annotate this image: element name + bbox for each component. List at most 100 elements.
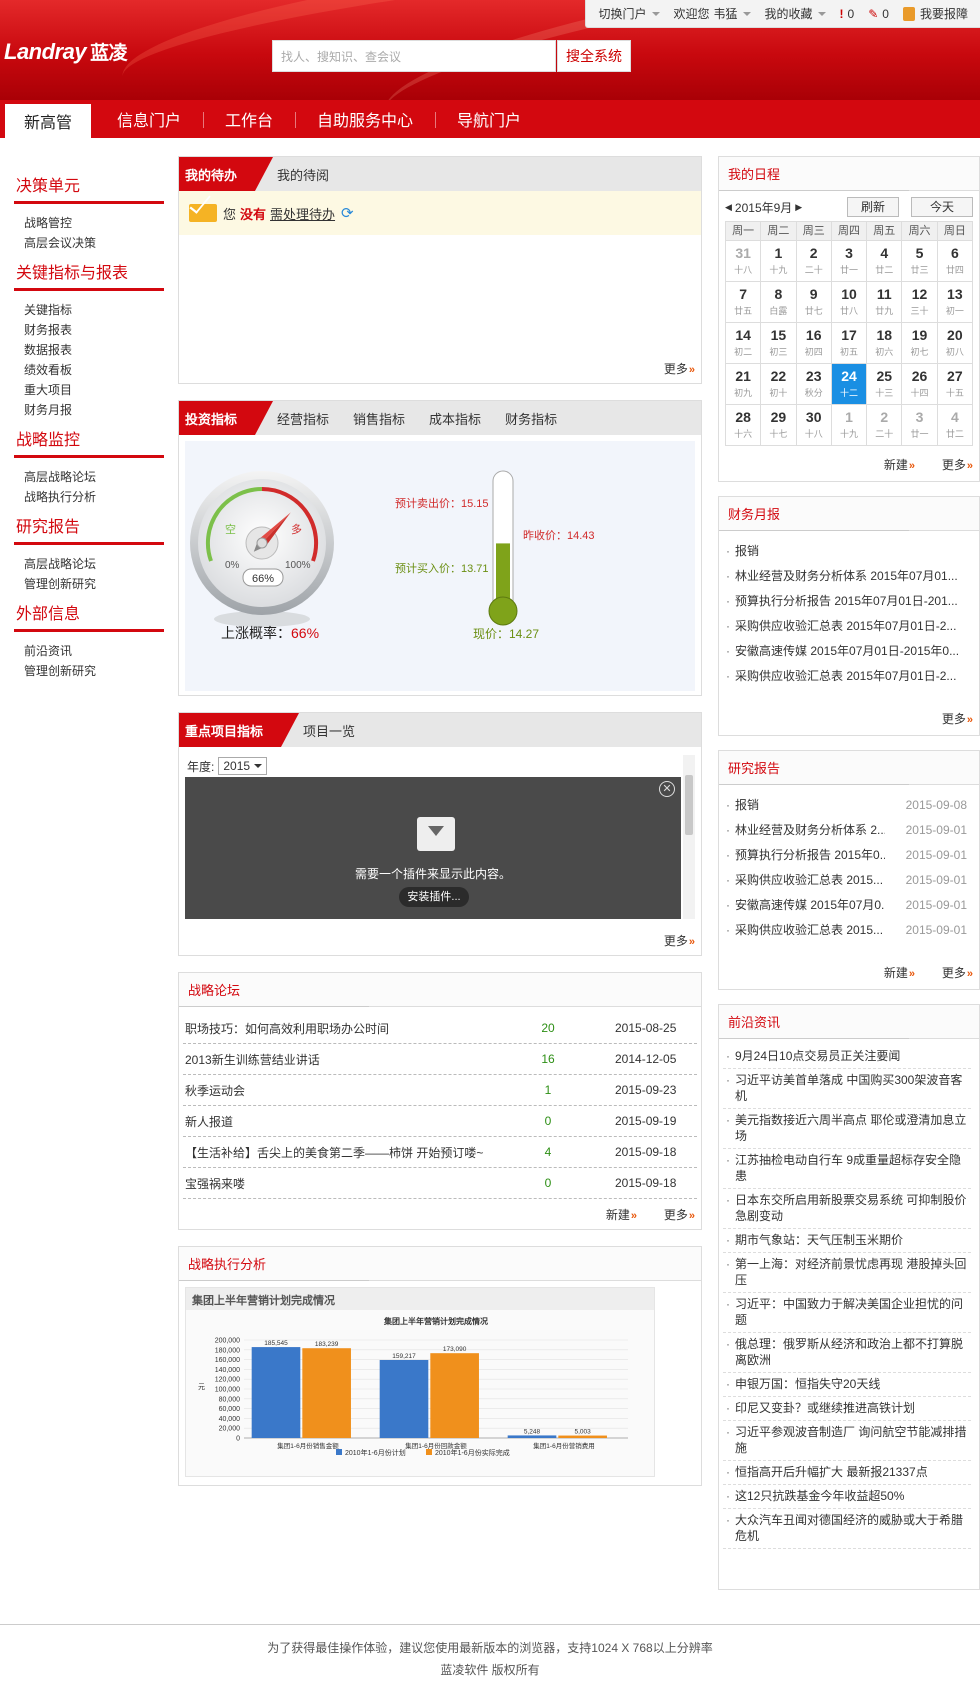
tab-nav-portal[interactable]: 导航门户 — [435, 100, 543, 138]
calendar-day[interactable]: 7 廿五 — [726, 282, 761, 322]
calendar-day[interactable]: 26 十四 — [902, 364, 937, 404]
forum-row[interactable]: 2013新生训练营结业讲话 16 2014-12-05 — [183, 1044, 697, 1075]
welcome-user[interactable]: 欢迎您 韦猛 — [674, 5, 751, 22]
tab-exec[interactable]: 新高管 — [5, 104, 91, 138]
finance-item[interactable]: 林业经营及财务分析体系 2015年07月01... — [723, 564, 973, 589]
calendar-day[interactable]: 11 廿九 — [867, 282, 902, 322]
news-item[interactable]: 江苏抽检电动自行车 9成重量超标存安全隐患 — [723, 1149, 971, 1189]
sidebar-group-title[interactable]: 研究报告 — [14, 509, 164, 545]
sidebar-item[interactable]: 绩效看板 — [14, 360, 164, 380]
news-item[interactable]: 恒指高开后升幅扩大 最新报21337点 — [723, 1461, 971, 1485]
projects-more-link[interactable]: 更多» — [664, 932, 695, 949]
calendar-refresh-button[interactable]: 刷新 — [847, 197, 899, 217]
calendar-day[interactable]: 16 初四 — [796, 323, 831, 363]
report-issue-link[interactable]: 我要报障 — [902, 5, 968, 22]
sidebar-group-title[interactable]: 战略监控 — [14, 422, 164, 458]
search-input[interactable]: 找人、搜知识、查会议 — [272, 40, 556, 72]
forum-row[interactable]: 职场技巧：如何高效利用职场办公时间 20 2015-08-25 — [183, 1013, 697, 1044]
forum-row[interactable]: 宝强祸来喽 0 2015-09-18 — [183, 1168, 697, 1199]
forum-row[interactable]: 【生活补给】舌尖上的美食第二季——柿饼 开始预订喽~ 4 2015-09-18 — [183, 1137, 697, 1168]
todo-link[interactable]: 需处理待办 — [270, 204, 335, 223]
news-item[interactable]: 这12只抗跌基金今年收益超50% — [723, 1485, 971, 1509]
calendar-day[interactable]: 2 二十 — [867, 405, 902, 445]
calendar-day[interactable]: 31 十八 — [726, 241, 761, 281]
research-item[interactable]: 采购供应收验汇总表 2015... 2015-09-01 — [723, 918, 973, 943]
calendar-day-today[interactable]: 24 十二 — [831, 364, 867, 404]
tab-sales[interactable]: 销售指标 — [353, 409, 405, 428]
research-new-link[interactable]: 新建» — [884, 964, 915, 981]
research-item[interactable]: 安徽高速传媒 2015年07月0... 2015-09-01 — [723, 893, 973, 918]
calendar-day[interactable]: 15 初三 — [761, 323, 796, 363]
calendar-day[interactable]: 3 廿一 — [831, 241, 867, 281]
refresh-icon[interactable]: ⟳ — [341, 204, 354, 222]
sidebar-item[interactable]: 战略执行分析 — [14, 487, 164, 507]
research-item[interactable]: 预算执行分析报告 2015年0... 2015-09-01 — [723, 843, 973, 868]
calendar-day[interactable]: 25 十三 — [867, 364, 902, 404]
forum-topic[interactable]: 新人报道 — [183, 1113, 503, 1130]
calendar-day[interactable]: 1 十九 — [761, 241, 796, 281]
tab-project-list[interactable]: 项目一览 — [303, 721, 355, 740]
calendar-day[interactable]: 5 廿三 — [902, 241, 937, 281]
news-item[interactable]: 习近平访美首单落成 中国购买300架波音客机 — [723, 1069, 971, 1109]
sidebar-item[interactable]: 战略管控 — [14, 213, 164, 233]
tab-my-toread[interactable]: 我的待阅 — [277, 165, 329, 184]
calendar-day[interactable]: 14 初二 — [726, 323, 761, 363]
finance-item[interactable]: 安徽高速传媒 2015年07月01日-2015年0... — [723, 639, 973, 664]
news-item[interactable]: 印尼又变卦？或继续推进高铁计划 — [723, 1397, 971, 1421]
news-item[interactable]: 大众汽车丑闻对德国经济的威胁或大于希腊危机 — [723, 1509, 971, 1549]
sidebar-item[interactable]: 关键指标 — [14, 300, 164, 320]
sidebar-item[interactable]: 管理创新研究 — [14, 574, 164, 594]
tab-workbench[interactable]: 工作台 — [203, 100, 295, 138]
calendar-day[interactable]: 13 初一 — [937, 282, 972, 322]
news-item[interactable]: 第一上海：对经济前景忧虑再现 港股掉头回压 — [723, 1253, 971, 1293]
finance-more-link[interactable]: 更多» — [942, 710, 973, 727]
tab-operation[interactable]: 经营指标 — [277, 409, 329, 428]
news-item[interactable]: 美元指数接近六周半高点 耶伦或澄清加息立场 — [723, 1109, 971, 1149]
forum-topic[interactable]: 职场技巧：如何高效利用职场办公时间 — [183, 1020, 503, 1037]
sidebar-item[interactable]: 管理创新研究 — [14, 661, 164, 681]
calendar-day[interactable]: 22 初十 — [761, 364, 796, 404]
finance-item[interactable]: 采购供应收验汇总表 2015年07月01日-2... — [723, 664, 973, 689]
search-all-button[interactable]: 搜全系统 — [557, 40, 631, 72]
calendar-day[interactable]: 4 廿二 — [867, 241, 902, 281]
calendar-day[interactable]: 27 十五 — [937, 364, 972, 404]
forum-new-link[interactable]: 新建» — [606, 1206, 637, 1223]
sidebar-item[interactable]: 高层会议决策 — [14, 233, 164, 253]
finance-item[interactable]: 采购供应收验汇总表 2015年07月01日-2... — [723, 614, 973, 639]
tab-self-service[interactable]: 自助服务中心 — [295, 100, 435, 138]
tab-invest[interactable]: 投资指标 — [179, 401, 274, 435]
sidebar-group-title[interactable]: 决策单元 — [14, 168, 164, 204]
news-item[interactable]: 习近平：中国致力于解决美国企业担忧的问题 — [723, 1293, 971, 1333]
calendar-day[interactable]: 6 廿四 — [937, 241, 972, 281]
forum-topic[interactable]: 秋季运动会 — [183, 1082, 503, 1099]
calendar-day[interactable]: 4 廿二 — [937, 405, 972, 445]
calendar-day[interactable]: 9 廿七 — [796, 282, 831, 322]
sidebar-item[interactable]: 高层战略论坛 — [14, 467, 164, 487]
finance-item[interactable]: 报销 — [723, 539, 973, 564]
finance-item[interactable]: 预算执行分析报告 2015年07月01日-201... — [723, 589, 973, 614]
calendar-day[interactable]: 19 初七 — [902, 323, 937, 363]
research-item[interactable]: 报销 2015-09-08 — [723, 793, 973, 818]
calendar-day[interactable]: 3 廿一 — [902, 405, 937, 445]
forum-topic[interactable]: 宝强祸来喽 — [183, 1175, 503, 1192]
sidebar-group-title[interactable]: 外部信息 — [14, 596, 164, 632]
sidebar-item[interactable]: 重大项目 — [14, 380, 164, 400]
calendar-day[interactable]: 2 二十 — [796, 241, 831, 281]
edit-counter[interactable]: ✎ 0 — [868, 7, 889, 21]
schedule-new-link[interactable]: 新建» — [884, 456, 915, 473]
research-more-link[interactable]: 更多» — [942, 964, 973, 981]
tab-cost[interactable]: 成本指标 — [429, 409, 481, 428]
switch-portal-menu[interactable]: 切换门户 — [598, 5, 660, 22]
research-item[interactable]: 林业经营及财务分析体系 2... 2015-09-01 — [723, 818, 973, 843]
calendar-day[interactable]: 12 三十 — [902, 282, 937, 322]
calendar-day[interactable]: 17 初五 — [831, 323, 867, 363]
news-item[interactable]: 期市气象站：天气压制玉米期价 — [723, 1229, 971, 1253]
next-month-icon[interactable]: ▶ — [795, 202, 802, 213]
tab-finance[interactable]: 财务指标 — [505, 409, 557, 428]
year-select[interactable]: 2015 — [218, 757, 268, 775]
forum-more-link[interactable]: 更多» — [664, 1206, 695, 1223]
install-plugin-button[interactable]: 安装插件... — [399, 887, 469, 907]
scrollbar[interactable] — [683, 755, 695, 919]
schedule-more-link[interactable]: 更多» — [942, 456, 973, 473]
sidebar-item[interactable]: 财务月报 — [14, 400, 164, 420]
